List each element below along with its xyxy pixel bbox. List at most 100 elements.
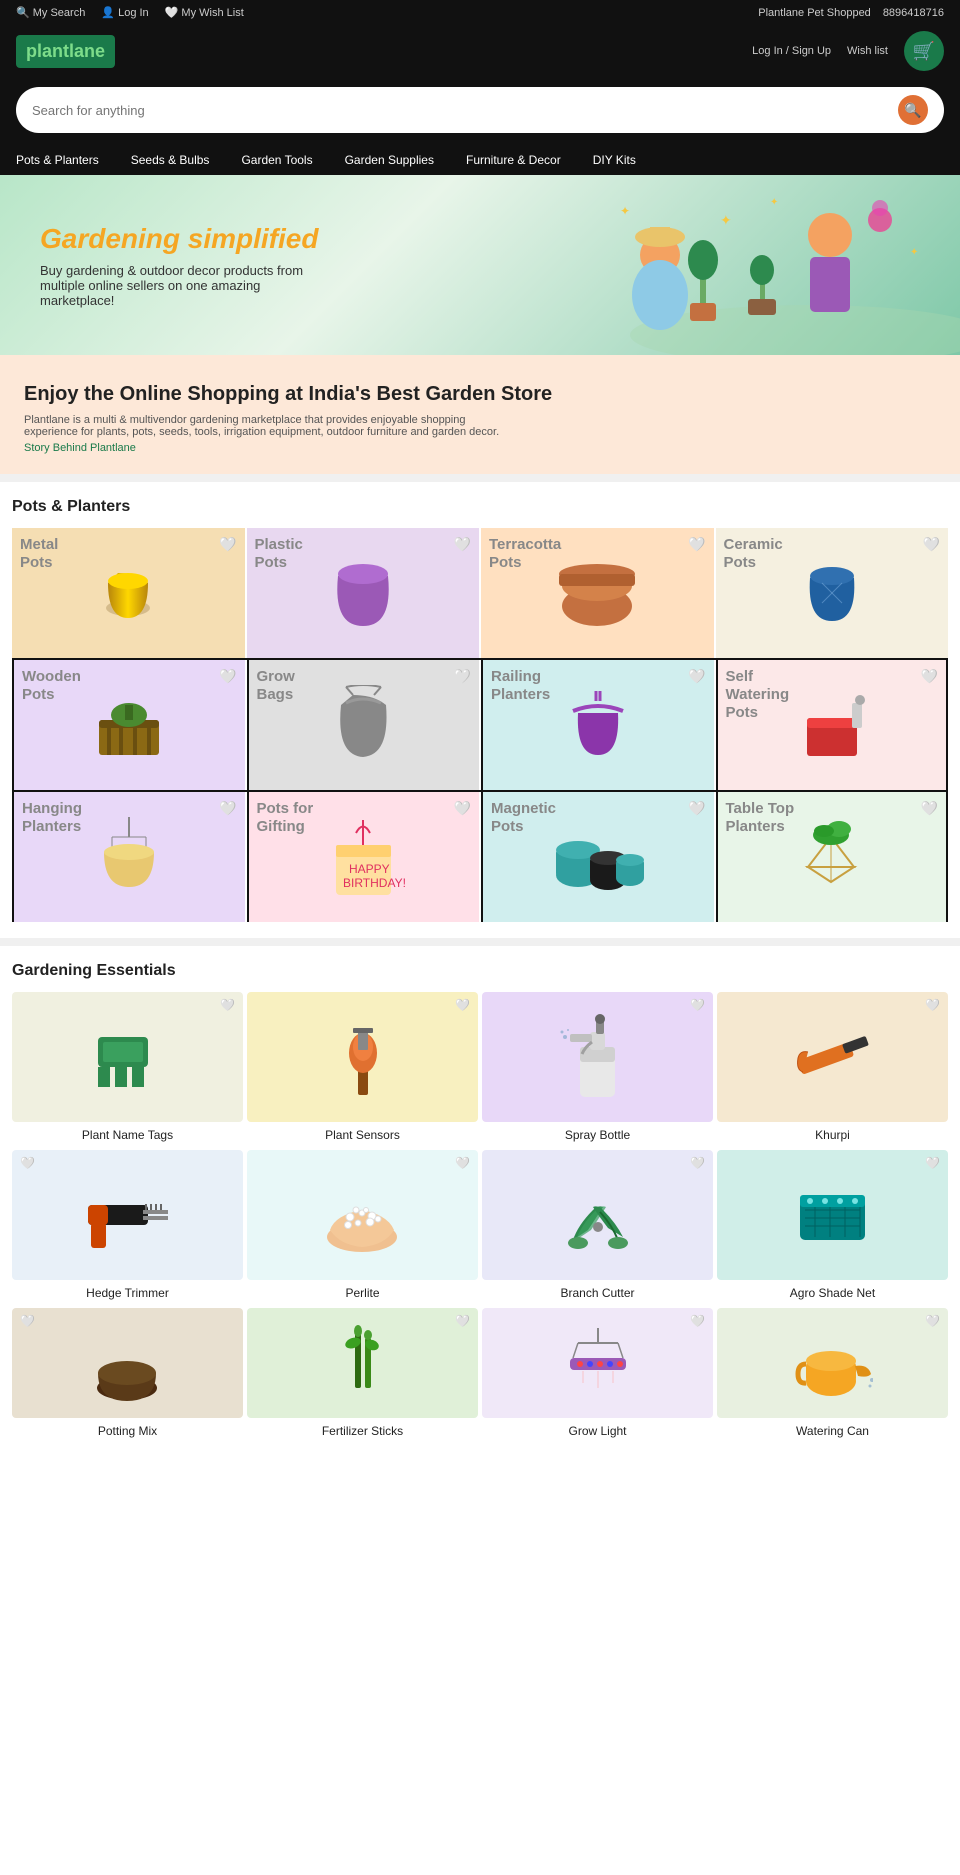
hedge-trimmer-label: Hedge Trimmer (86, 1286, 169, 1300)
plastic-pots-label: PlasticPots (255, 536, 303, 572)
plant-sensors-image: 🤍 (247, 992, 478, 1122)
grow-bags-label: GrowBags (257, 668, 295, 704)
watering-can-item[interactable]: 🤍 Watering Can (717, 1308, 948, 1438)
main-nav: Pots & Planters Seeds & Bulbs Garden Too… (0, 145, 960, 175)
plant-name-tags-heart[interactable]: 🤍 (220, 998, 235, 1012)
ceramic-pots-heart[interactable]: 🤍 (923, 536, 940, 553)
perlite-item[interactable]: 🤍 Perlite (247, 1150, 478, 1300)
wooden-pots-heart[interactable]: 🤍 (219, 668, 236, 685)
metal-pots-item[interactable]: MetalPots 🤍 (12, 528, 245, 658)
grow-bags-item[interactable]: GrowBags 🤍 (247, 660, 480, 790)
fertilizer-sticks-item[interactable]: 🤍 Fertilizer Sticks (247, 1308, 478, 1438)
table-top-planters-item[interactable]: Table TopPlanters 🤍 (716, 792, 949, 922)
railing-planters-item[interactable]: RailingPlanters 🤍 (481, 660, 714, 790)
search-button[interactable]: 🔍 (898, 95, 928, 125)
svg-text:✦: ✦ (770, 197, 778, 208)
perlite-image: 🤍 (247, 1150, 478, 1280)
pots-row-1: MetalPots 🤍 PlasticPots 🤍 (12, 528, 948, 658)
branch-cutter-item[interactable]: 🤍 Branch Cutter (482, 1150, 713, 1300)
khurpi-image: 🤍 (717, 992, 948, 1122)
khurpi-label: Khurpi (815, 1128, 850, 1142)
login-signup-link[interactable]: Log In / Sign Up (752, 45, 831, 57)
about-story-link[interactable]: Story Behind Plantlane (24, 442, 936, 454)
khurpi-heart[interactable]: 🤍 (925, 998, 940, 1012)
grow-light-image: 🤍 (482, 1308, 713, 1418)
hero-text: Gardening simplified Buy gardening & out… (40, 223, 320, 308)
pots-gifting-label: Pots forGifting (257, 800, 314, 836)
header-right: Log In / Sign Up Wish list 🛒 (752, 31, 944, 71)
table-top-heart[interactable]: 🤍 (921, 800, 938, 817)
pots-gifting-item[interactable]: Pots forGifting 🤍 HAPPY BIRTHDAY! (247, 792, 480, 922)
magnetic-pots-heart[interactable]: 🤍 (688, 800, 705, 817)
svg-text:BIRTHDAY!: BIRTHDAY! (343, 876, 406, 890)
essentials-row-3: 🤍 Potting Mix 🤍 (12, 1308, 948, 1438)
self-watering-heart[interactable]: 🤍 (921, 668, 938, 685)
hanging-planters-item[interactable]: HangingPlanters 🤍 (12, 792, 245, 922)
spray-bottle-heart[interactable]: 🤍 (690, 998, 705, 1012)
metal-pots-heart[interactable]: 🤍 (219, 536, 236, 553)
self-watering-pots-item[interactable]: SelfWateringPots 🤍 (716, 660, 949, 790)
perlite-label: Perlite (345, 1286, 379, 1300)
top-bar-left: 🔍 My Search 👤 Log In 🤍 My Wish List (16, 6, 244, 19)
wishlist-link[interactable]: 🤍 My Wish List (165, 6, 244, 19)
agro-shade-net-item[interactable]: 🤍 (717, 1150, 948, 1300)
fertilizer-heart[interactable]: 🤍 (455, 1314, 470, 1328)
wooden-pots-item[interactable]: WoodenPots 🤍 (12, 660, 245, 790)
essentials-row-2: 🤍 Hedge Trimmer (12, 1150, 948, 1300)
svg-text:✦: ✦ (720, 212, 732, 228)
nav-seeds-bulbs[interactable]: Seeds & Bulbs (131, 153, 210, 167)
terracotta-pots-item[interactable]: TerracottaPots 🤍 (481, 528, 714, 658)
hanging-planters-heart[interactable]: 🤍 (219, 800, 236, 817)
plant-sensors-item[interactable]: 🤍 Plant Sensors (247, 992, 478, 1142)
perlite-heart[interactable]: 🤍 (455, 1156, 470, 1170)
svg-text:✦: ✦ (620, 204, 630, 218)
khurpi-item[interactable]: 🤍 Khurpi (717, 992, 948, 1142)
pots-row-2: WoodenPots 🤍 GrowBags 🤍 (12, 658, 948, 790)
agro-shade-heart[interactable]: 🤍 (925, 1156, 940, 1170)
ceramic-pots-label: CeramicPots (724, 536, 783, 572)
search-input[interactable] (32, 103, 898, 118)
header: plantlane Log In / Sign Up Wish list 🛒 (0, 25, 960, 81)
plastic-pots-heart[interactable]: 🤍 (454, 536, 471, 553)
branch-cutter-heart[interactable]: 🤍 (690, 1156, 705, 1170)
branch-cutter-label: Branch Cutter (560, 1286, 634, 1300)
grow-light-item[interactable]: 🤍 (482, 1308, 713, 1438)
fertilizer-sticks-image: 🤍 (247, 1308, 478, 1418)
pots-gifting-heart[interactable]: 🤍 (454, 800, 471, 817)
nav-furniture-decor[interactable]: Furniture & Decor (466, 153, 561, 167)
watering-can-heart[interactable]: 🤍 (925, 1314, 940, 1328)
essentials-row-1: 🤍 Plant Name Tags 🤍 (12, 992, 948, 1142)
hedge-trimmer-heart-left[interactable]: 🤍 (20, 1156, 35, 1170)
plastic-pots-item[interactable]: PlasticPots 🤍 (247, 528, 480, 658)
nav-garden-tools[interactable]: Garden Tools (241, 153, 312, 167)
railing-planters-heart[interactable]: 🤍 (688, 668, 705, 685)
hedge-trimmer-item[interactable]: 🤍 Hedge Trimmer (12, 1150, 243, 1300)
potting-mix-heart[interactable]: 🤍 (20, 1314, 35, 1328)
wishlist-header-link[interactable]: Wish list (847, 45, 888, 57)
nav-diy-kits[interactable]: DIY Kits (593, 153, 636, 167)
hero-heading: Gardening simplified (40, 223, 320, 255)
magnetic-pots-item[interactable]: MagneticPots 🤍 (481, 792, 714, 922)
ceramic-pots-item[interactable]: CeramicPots 🤍 (716, 528, 949, 658)
phone-number: 8896418716 (883, 7, 944, 19)
my-search-link[interactable]: 🔍 My Search (16, 6, 85, 19)
nav-pots-planters[interactable]: Pots & Planters (16, 153, 99, 167)
watering-can-label: Watering Can (796, 1424, 869, 1438)
pots-planters-section: Pots & Planters MetalPots 🤍 PlasticPots … (0, 482, 960, 938)
logo[interactable]: plantlane (16, 35, 115, 68)
nav-garden-supplies[interactable]: Garden Supplies (345, 153, 434, 167)
terracotta-pots-heart[interactable]: 🤍 (688, 536, 705, 553)
potting-mix-item[interactable]: 🤍 Potting Mix (12, 1308, 243, 1438)
plant-name-tags-item[interactable]: 🤍 Plant Name Tags (12, 992, 243, 1142)
cart-button[interactable]: 🛒 (904, 31, 944, 71)
plant-name-tags-label: Plant Name Tags (82, 1128, 173, 1142)
log-in-link[interactable]: 👤 Log In (101, 6, 148, 19)
plant-sensors-heart[interactable]: 🤍 (455, 998, 470, 1012)
hanging-planters-label: HangingPlanters (22, 800, 82, 836)
spray-bottle-item[interactable]: 🤍 (482, 992, 713, 1142)
grow-bags-heart[interactable]: 🤍 (454, 668, 471, 685)
table-top-planters-label: Table TopPlanters (726, 800, 795, 836)
pots-row-3: HangingPlanters 🤍 Pots forGifting 🤍 (12, 790, 948, 922)
grow-light-heart[interactable]: 🤍 (690, 1314, 705, 1328)
search-inner: 🔍 (16, 87, 944, 133)
